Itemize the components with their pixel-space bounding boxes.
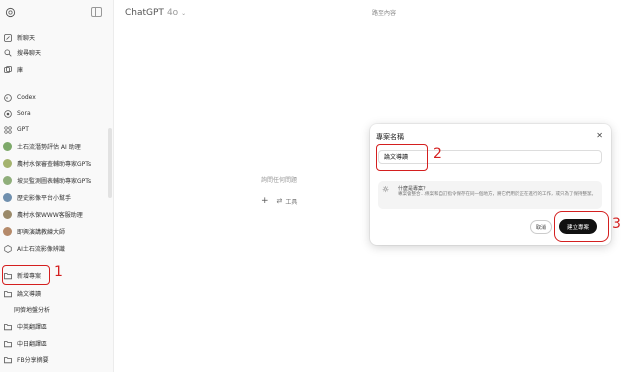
sidebar-item-codex[interactable]: Codex	[3, 90, 111, 105]
gpt-avatar-icon	[3, 159, 12, 168]
sora-icon	[3, 109, 12, 118]
gpt-avatar-icon	[3, 227, 12, 236]
annotation-box-step2	[376, 144, 428, 171]
composer-placeholder[interactable]: 詢問任何問題	[261, 175, 297, 184]
sidebar-item-gpt-soil-review[interactable]: 農村水保審查輔助專家GPTs	[3, 156, 111, 171]
codex-icon	[3, 93, 12, 102]
dialog-title: 專案名稱	[376, 133, 404, 141]
search-icon	[3, 48, 12, 57]
composer-toolbar: + ⇄ 工具	[261, 196, 297, 206]
chevron-down-icon: ⌄	[181, 9, 187, 17]
sidebar-item-label: 土石流潛勢評估 AI 助理	[17, 144, 81, 151]
gpt-avatar-icon	[3, 176, 12, 185]
sidebar-item-label: 庫	[17, 67, 24, 74]
grid-icon	[3, 125, 12, 134]
gpt-avatar-icon	[3, 193, 12, 202]
tip-title: 什麼是專案？	[398, 186, 429, 192]
page-path-label: 路至內容	[372, 10, 397, 17]
sidebar-item-gpt-debris-flow[interactable]: 土石流潛勢評估 AI 助理	[3, 139, 111, 154]
gpt-avatar-icon	[3, 142, 12, 151]
cancel-button[interactable]: 取消	[530, 220, 552, 234]
annotation-box-step3	[554, 211, 609, 242]
sidebar-item-label: AI土石流影像辨識	[17, 246, 65, 253]
model-name: ChatGPT	[125, 8, 164, 18]
sidebar-toggle-icon[interactable]	[91, 7, 102, 17]
sidebar-scrollbar[interactable]	[108, 128, 112, 198]
sidebar-item-label: 中日翻譯區	[17, 341, 48, 348]
sidebar-item-gpt-debris-image[interactable]: AI土石流影像辨識	[3, 241, 111, 256]
sidebar-item-project-zh-ja[interactable]: 中日翻譯區	[3, 336, 111, 351]
tools-icon[interactable]: ⇄	[277, 197, 283, 205]
sidebar-item-new-chat[interactable]: 新聊天	[3, 30, 111, 45]
sidebar-item-gpt-speech-coach[interactable]: 即興演講教練大師	[3, 224, 111, 239]
sidebar-item-label: 論文導讀	[17, 291, 42, 298]
folder-icon	[3, 355, 12, 364]
sidebar-item-search-chats[interactable]: 搜尋聊天	[3, 45, 111, 60]
close-icon[interactable]: ✕	[596, 131, 603, 140]
sidebar-item-gpt-history-image[interactable]: 歷史影像平台小幫手	[3, 190, 111, 205]
sidebar-item-project-chat[interactable]: 同儕地盤分析	[14, 302, 122, 317]
sidebar-item-label: 同儕地盤分析	[14, 307, 51, 314]
project-tip-box: ☼ 什麼是專案？ 專案會整合…條案和自訂指令保存在同一個地方，將它們用於正在進行…	[378, 181, 602, 209]
sidebar-item-label: Codex	[17, 94, 36, 101]
sidebar-item-gpt-slope-monitor[interactable]: 坡災監測圖表輔助專家GPTs	[3, 173, 111, 188]
sidebar-item-gpt[interactable]: GPT	[3, 122, 111, 137]
sidebar-item-library[interactable]: 庫	[3, 62, 111, 77]
annotation-number-step3: 3	[612, 216, 621, 232]
annotation-box-step1	[2, 265, 50, 285]
plus-icon[interactable]: +	[261, 196, 269, 206]
tip-body: 專案會整合…條案和自訂指令保存在同一個地方，將它們用於正在進行的工作，或只為了保…	[398, 192, 596, 197]
sidebar-item-label: 搜尋聊天	[17, 50, 42, 57]
tools-label[interactable]: 工具	[285, 197, 297, 206]
sidebar-item-label: FB分享摘要	[17, 357, 49, 364]
gpt-avatar-icon	[3, 244, 12, 253]
sidebar-item-gpt-www-service[interactable]: 農村水保WWW客服助理	[3, 207, 111, 222]
sidebar-item-project-zh-en[interactable]: 中英翻譯區	[3, 319, 111, 334]
folder-icon	[3, 339, 12, 348]
sidebar-item-project-fb-summary[interactable]: FB分享摘要	[3, 352, 111, 367]
annotation-number-step1: 1	[54, 264, 63, 280]
pencil-icon	[3, 33, 12, 42]
folder-icon	[3, 322, 12, 331]
sidebar-item-label: 中英翻譯區	[17, 324, 48, 331]
sidebar-item-label: 坡災監測圖表輔助專家GPTs	[17, 178, 92, 185]
sidebar-top	[0, 0, 114, 24]
sidebar-item-label: 農村水保WWW客服助理	[17, 212, 83, 219]
lightbulb-icon: ☼	[382, 185, 390, 194]
sidebar-item-sora[interactable]: Sora	[3, 106, 111, 121]
model-selector[interactable]: ChatGPT 4o ⌄	[125, 8, 186, 18]
sidebar-item-label: 即興演講教練大師	[17, 229, 66, 236]
sidebar-item-label: 新聊天	[17, 35, 36, 42]
sidebar-item-project-paper-reading[interactable]: 論文導讀	[3, 286, 111, 301]
sidebar-item-label: GPT	[17, 126, 29, 133]
sidebar-item-label: 歷史影像平台小幫手	[17, 195, 72, 202]
openai-logo-icon[interactable]	[5, 7, 16, 18]
sidebar: 新聊天 搜尋聊天 庫 Codex Sora GPT 土石流潛勢評估 AI 助理 …	[0, 0, 114, 372]
sidebar-item-label: Sora	[17, 110, 31, 117]
gpt-avatar-icon	[3, 210, 12, 219]
model-version: 4o	[166, 8, 179, 18]
library-icon	[3, 65, 12, 74]
sidebar-item-label: 農村水保審查輔助專家GPTs	[17, 161, 92, 168]
annotation-number-step2: 2	[433, 146, 442, 162]
folder-icon	[3, 289, 12, 298]
